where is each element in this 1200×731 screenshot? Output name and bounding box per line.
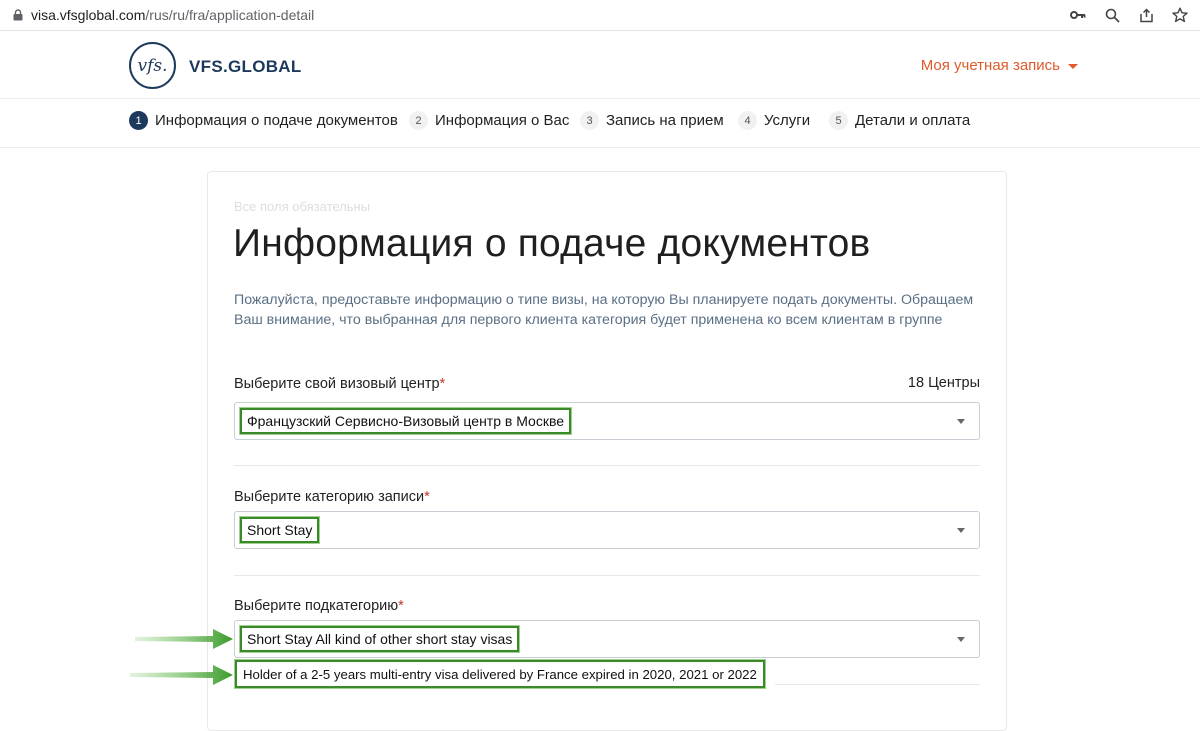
step-3[interactable]: 3 Запись на прием [580, 111, 724, 130]
url-path: /rus/ru/fra/application-detail [145, 7, 315, 23]
centre-label: Выберите свой визовый центр* [234, 376, 445, 392]
share-icon[interactable] [1136, 4, 1156, 26]
page-title: Информация о подаче документов [233, 222, 871, 265]
step-1[interactable]: 1 Информация о подаче документов [129, 111, 398, 130]
appointment-category-select[interactable]: Short Stay [234, 511, 980, 549]
logo-text[interactable]: VFS.GLOBAL [189, 57, 302, 77]
subcategory-label-text: Выберите подкатегорию [234, 598, 399, 614]
centre-label-text: Выберите свой визовый центр [234, 376, 440, 392]
step-label: Информация о подаче документов [155, 112, 398, 129]
annotation-arrow-icon [130, 665, 233, 685]
step-label: Услуги [764, 112, 811, 129]
select-value: Французский Сервисно-Визовый центр в Мос… [238, 407, 573, 435]
required-star: * [398, 598, 404, 614]
step-label: Информация о Вас [435, 112, 570, 129]
annotation-arrow-icon [135, 629, 233, 649]
required-star: * [424, 489, 430, 505]
subcategory-label: Выберите подкатегорию* [234, 598, 404, 614]
step-number: 1 [129, 111, 148, 130]
subcategory-select[interactable]: Short Stay All kind of other short stay … [234, 620, 980, 658]
form-description: Пожалуйста, предоставьте информацию о ти… [234, 292, 974, 328]
divider [234, 465, 980, 466]
browser-address-bar: visa.vfsglobal.com/rus/ru/fra/applicatio… [0, 0, 1200, 31]
dropdown-arrow-icon [957, 637, 965, 642]
centre-count: 18 Центры [907, 375, 980, 391]
account-label: Моя учетная запись [920, 57, 1060, 74]
vfs-logo-icon[interactable]: vfs. [129, 42, 176, 89]
caret-down-icon [1068, 64, 1078, 69]
step-2[interactable]: 2 Информация о Вас [409, 111, 569, 130]
zoom-icon[interactable] [1102, 4, 1122, 26]
lock-icon [13, 9, 23, 21]
step-label: Детали и оплата [855, 112, 971, 129]
progress-steps: 1 Информация о подаче документов 2 Инфор… [0, 100, 1200, 148]
divider [234, 575, 980, 576]
step-number: 4 [738, 111, 757, 130]
select-value: Short Stay [238, 516, 321, 544]
url-host: visa.vfsglobal.com [31, 7, 146, 23]
category-label: Выберите категорию записи* [234, 489, 430, 505]
url-field[interactable]: visa.vfsglobal.com/rus/ru/fra/applicatio… [31, 7, 314, 23]
dropdown-arrow-icon [957, 419, 965, 424]
star-bookmark-icon[interactable] [1170, 4, 1190, 26]
required-note: Все поля обязательны [234, 199, 371, 214]
key-icon[interactable] [1068, 4, 1088, 26]
step-number: 5 [829, 111, 848, 130]
required-star: * [439, 376, 446, 392]
category-label-text: Выберите категорию записи [234, 489, 425, 505]
step-5[interactable]: 5 Детали и оплата [829, 111, 970, 130]
site-header: vfs. VFS.GLOBAL Моя учетная запись [0, 32, 1200, 99]
visa-centre-select[interactable]: Французский Сервисно-Визовый центр в Мос… [234, 402, 980, 440]
dropdown-arrow-icon [957, 528, 965, 533]
step-label: Запись на прием [606, 112, 724, 129]
step-4[interactable]: 4 Услуги [738, 111, 810, 130]
account-menu[interactable]: Моя учетная запись [921, 57, 1078, 74]
divider [775, 684, 980, 685]
subcategory-option-hint[interactable]: Holder of a 2-5 years multi-entry visa d… [234, 659, 766, 689]
logo-mark: vfs. [137, 55, 168, 76]
select-value: Short Stay All kind of other short stay … [238, 625, 521, 653]
step-number: 2 [409, 111, 428, 130]
step-number: 3 [580, 111, 599, 130]
